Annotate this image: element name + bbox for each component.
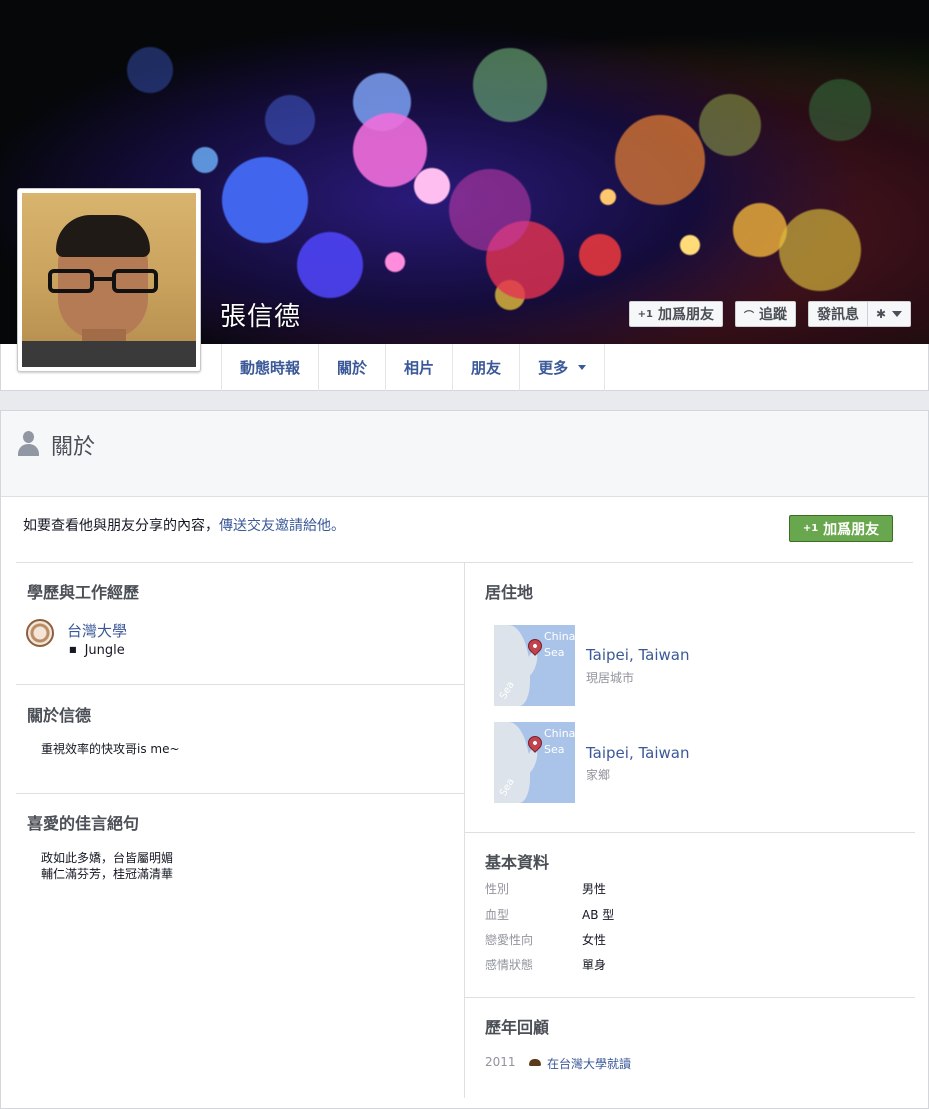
add-friend-button-green[interactable]: +1 加爲朋友 — [789, 515, 893, 542]
settings-dropdown-button[interactable]: ✱ — [867, 301, 911, 327]
basic-info-key: 戀愛性向 — [485, 933, 534, 947]
message-button[interactable]: 發訊息 — [808, 301, 867, 327]
tab-label: 相片 — [404, 359, 435, 377]
map-thumbnail[interactable]: China Sea Sea — [494, 625, 575, 706]
life-events-title: 歷年回顧 — [485, 1018, 550, 1037]
message-group: 發訊息 ✱ — [808, 301, 911, 327]
tab-label: 動態時報 — [240, 359, 301, 377]
graduation-icon — [529, 1059, 541, 1066]
current-city-label: 現居城市 — [586, 671, 635, 685]
follow-button[interactable]: ⌒ 追蹤 — [735, 301, 796, 327]
school-detail: Jungle — [69, 643, 125, 658]
rss-icon: ⌒ — [744, 310, 754, 322]
map-label: China Sea — [544, 630, 575, 659]
basic-info-key: 性別 — [485, 882, 510, 896]
tab-friends[interactable]: 朋友 — [453, 344, 521, 391]
avatar[interactable] — [17, 188, 201, 372]
about-person-text: 重視效率的快攻哥is me~ — [41, 742, 180, 756]
residence-title: 居住地 — [485, 583, 534, 602]
gear-icon: ✱ — [875, 307, 887, 321]
divider — [465, 997, 915, 998]
current-city-link[interactable]: Taipei, Taiwan — [586, 646, 690, 664]
basic-info-value: 男性 — [582, 882, 607, 896]
send-friend-request-link[interactable]: 傳送交友邀請給他 — [219, 518, 331, 534]
divider — [465, 832, 915, 833]
add-friend-button[interactable]: +1 加爲朋友 — [628, 301, 723, 327]
message-label: 發訊息 — [817, 307, 859, 323]
hometown-link[interactable]: Taipei, Taiwan — [586, 744, 690, 762]
chevron-down-icon — [892, 311, 903, 317]
profile-photo — [22, 193, 196, 367]
school-link[interactable]: 台灣大學 — [67, 620, 127, 641]
about-title: 關於 — [51, 435, 96, 460]
tab-timeline[interactable]: 動態時報 — [222, 344, 320, 391]
education-title: 學歷與工作經歷 — [27, 583, 140, 602]
add-friend-icon: +1 — [802, 523, 819, 534]
quote-line: 輔仁滿芬芳，桂冠滿清華 — [41, 867, 174, 881]
basic-info-value: AB 型 — [582, 908, 615, 922]
quotes-title: 喜愛的佳言絕句 — [27, 814, 140, 833]
quote-line: 政如此多嬌，台皆屬明媚 — [41, 851, 174, 865]
map-thumbnail[interactable]: China Sea Sea — [494, 722, 575, 803]
tab-more[interactable]: 更多 — [520, 344, 606, 391]
add-friend-label: 加爲朋友 — [658, 307, 714, 323]
profile-page: 張信德 +1 加爲朋友 ⌒ 追蹤 發訊息 ✱ 動態時報 關於 相片 朋友 更多 — [0, 0, 929, 1109]
cover-actions: +1 加爲朋友 ⌒ 追蹤 發訊息 ✱ — [628, 301, 911, 327]
photo-hair — [56, 215, 150, 257]
life-event-link[interactable]: 在台灣大學就讀 — [547, 1055, 631, 1072]
basic-info-key: 血型 — [485, 908, 510, 922]
invite-text: 如要查看他與朋友分享的內容， — [23, 518, 219, 534]
invite-end: 。 — [331, 518, 345, 534]
divider — [16, 793, 464, 794]
divider — [16, 684, 464, 685]
tab-about[interactable]: 關於 — [319, 344, 387, 391]
chevron-down-icon — [578, 365, 587, 370]
map-label: China Sea — [544, 727, 575, 756]
basic-info-value: 單身 — [582, 958, 607, 972]
person-icon — [17, 431, 39, 457]
about-card: 關於 如要查看他與朋友分享的內容，傳送交友邀請給他。 +1 加爲朋友 學歷與工作… — [0, 410, 929, 1109]
school-logo-icon[interactable] — [26, 619, 54, 647]
tab-label: 朋友 — [471, 359, 502, 377]
life-event-year: 2011 — [485, 1055, 516, 1069]
profile-name[interactable]: 張信德 — [220, 296, 301, 333]
tab-photos[interactable]: 相片 — [386, 344, 454, 391]
profile-tabs: 動態時報 關於 相片 朋友 更多 — [221, 344, 606, 391]
follow-label: 追蹤 — [759, 307, 787, 323]
basic-info-key: 感情狀態 — [485, 958, 534, 972]
hometown-label: 家鄉 — [586, 768, 611, 782]
tab-label: 關於 — [337, 359, 368, 377]
tab-label: 更多 — [538, 359, 569, 377]
invite-message: 如要查看他與朋友分享的內容，傳送交友邀請給他。 — [23, 515, 345, 535]
add-friend-icon: +1 — [637, 308, 653, 320]
photo-glasses — [48, 269, 158, 295]
about-person-title: 關於信德 — [27, 706, 92, 725]
add-friend-label: 加爲朋友 — [823, 521, 880, 538]
basic-info-title: 基本資料 — [485, 853, 550, 872]
photo-shirt — [22, 341, 196, 367]
basic-info-value: 女性 — [582, 933, 607, 947]
about-card-header: 關於 — [1, 411, 928, 497]
quotes-text: 政如此多嬌，台皆屬明媚 輔仁滿芬芳，桂冠滿清華 — [41, 850, 173, 882]
column-divider — [464, 563, 465, 1098]
